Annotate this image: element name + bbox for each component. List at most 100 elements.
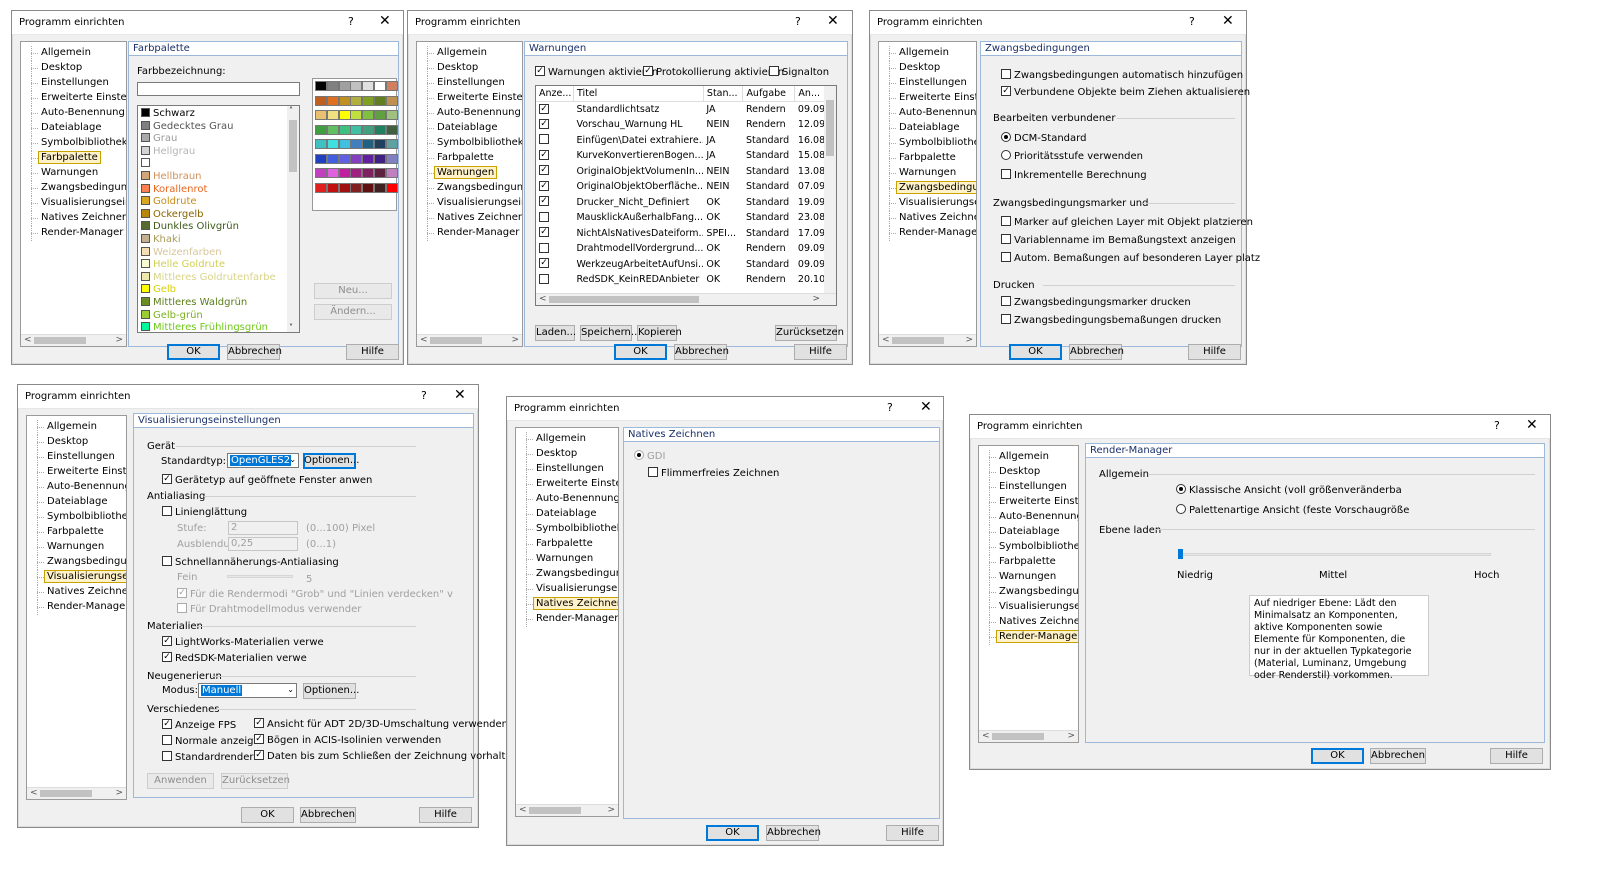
close-icon[interactable]: ✕ — [1526, 417, 1538, 433]
tree-item[interactable]: Zwangsbedingungen — [417, 181, 522, 196]
tree-item[interactable]: Warnungen — [21, 166, 126, 181]
tree-item[interactable]: Warnungen — [979, 570, 1078, 585]
cancel-button[interactable]: Abbrechen — [766, 825, 821, 841]
tree-item[interactable]: Visualisierungseinst — [21, 196, 126, 211]
fein-slider[interactable] — [227, 575, 293, 578]
ok-button[interactable]: OK — [241, 807, 294, 823]
tree-item[interactable]: Warnungen — [27, 540, 126, 555]
color-grid-cell[interactable] — [350, 153, 363, 164]
tree-horizontal-scrollbar[interactable]: < > — [27, 787, 126, 799]
tree-item[interactable]: Symbolbibliotheken — [879, 136, 976, 151]
color-list-item[interactable]: Mittleres Frühlingsgrün — [141, 322, 276, 332]
row-checkbox[interactable] — [539, 258, 549, 269]
row-checkbox[interactable] — [539, 273, 549, 284]
normals-checkbox[interactable]: Normale anzeige — [162, 735, 260, 748]
help-button[interactable]: Hilfe — [346, 344, 399, 360]
color-grid-cell[interactable] — [350, 139, 363, 149]
tree-item[interactable]: Natives Zeichnen — [879, 211, 976, 226]
line-smoothing-checkbox[interactable]: Linienglättung — [162, 506, 247, 519]
redsdk-checkbox[interactable]: RedSDK-Materialien verwe — [162, 652, 307, 665]
color-list-item[interactable]: Mittleres Waldgrün — [141, 296, 276, 310]
tree-horizontal-scrollbar[interactable]: < > — [979, 730, 1078, 742]
help-button[interactable]: Hilfe — [1188, 344, 1241, 360]
fps-checkbox[interactable]: Anzeige FPS — [162, 719, 236, 732]
color-list-item[interactable]: Gelb-grün — [141, 309, 276, 323]
color-grid-cell[interactable] — [385, 95, 398, 106]
tree-item[interactable]: Einstellungen — [27, 450, 126, 465]
tree-item[interactable]: Symbolbibliotheken — [979, 540, 1078, 555]
tree-item[interactable]: Dateiablage — [417, 121, 522, 136]
table-row[interactable]: Drucker_Nicht_DefiniertOKStandard19.09.2… — [536, 195, 836, 211]
tree-item[interactable]: Dateiablage — [27, 495, 126, 510]
tree-item[interactable]: Visualisierungseins — [879, 196, 976, 211]
color-grid-cell[interactable] — [374, 153, 386, 164]
tree-item[interactable]: Allgemein — [21, 46, 126, 61]
color-grid-cell[interactable] — [315, 81, 327, 91]
tree-item[interactable]: Visualisierungseins — [979, 600, 1078, 615]
color-list-item[interactable]: Gedecktes Grau — [141, 120, 276, 134]
column-header[interactable]: Aufgabe — [742, 86, 796, 102]
table-row[interactable]: Einfügen\Datei extrahiere... JA Standard 16… — [536, 133, 836, 149]
tree-item[interactable]: Auto-Benennung — [27, 480, 126, 495]
color-grid-cell[interactable] — [315, 168, 327, 178]
cancel-button[interactable]: Abbrechen — [1370, 748, 1426, 764]
lightworks-checkbox[interactable]: LightWorks-Materialien verwe — [162, 636, 324, 649]
tree-item[interactable]: Desktop — [27, 435, 126, 450]
tree-item[interactable]: Erweiterte Einstellu — [879, 91, 976, 106]
color-grid-cell[interactable] — [350, 168, 363, 178]
load-button[interactable]: Laden... — [535, 325, 576, 341]
table-row[interactable]: WerkzeugArbeitetAufUnsi...OKStandard09.0… — [536, 257, 836, 273]
row-checkbox[interactable] — [539, 118, 549, 129]
column-header[interactable]: Titel — [573, 86, 704, 102]
tree-item[interactable]: Natives Zeichnen — [979, 615, 1078, 630]
close-icon[interactable]: ✕ — [920, 399, 932, 415]
color-grid-cell[interactable] — [362, 139, 375, 149]
modus-select[interactable]: Manuell ⌄ — [198, 683, 297, 698]
tree-item[interactable]: Warnungen — [516, 552, 618, 567]
tree-item[interactable]: Desktop — [21, 61, 126, 76]
apply-button[interactable]: Anwenden — [147, 773, 214, 789]
tree-item[interactable]: Visualisierungseinst — [417, 196, 522, 211]
grob-checkbox[interactable]: Für die Rendermodi "Grob" und "Linien ve… — [177, 588, 453, 601]
gdi-radio[interactable]: GDI — [634, 450, 665, 463]
warnings-table[interactable]: Anze...TitelStan...AufgabeAn... Standard… — [535, 85, 837, 306]
table-row[interactable]: MausklickAußerhalbFang... OK Standard 23.08… — [536, 210, 836, 226]
tree-horizontal-scrollbar[interactable]: < > — [516, 804, 618, 816]
draht-checkbox[interactable]: Für Drahtmodellmodus verwender — [177, 603, 361, 616]
tree-item[interactable]: Render-Manager — [27, 600, 126, 615]
color-grid-cell[interactable] — [362, 168, 375, 178]
close-icon[interactable]: ✕ — [827, 13, 839, 29]
tree-horizontal-scrollbar[interactable]: < > — [21, 334, 126, 346]
load-level-slider[interactable] — [1178, 553, 1491, 556]
help-button[interactable]: Hilfe — [794, 344, 847, 360]
tree-item[interactable]: Desktop — [979, 465, 1078, 480]
marker-layer-checkbox[interactable]: Marker auf gleichen Layer mit Objekt pla… — [1001, 216, 1253, 229]
tree-item[interactable]: Visualisierungseins — [516, 582, 618, 597]
logging-checkbox[interactable]: Protokollierung aktivieren — [643, 66, 784, 79]
color-grid-cell[interactable] — [374, 95, 386, 106]
color-list-item[interactable]: Dunkles Olivgrün — [141, 221, 276, 234]
tree-item[interactable]: Render-Manager — [879, 226, 976, 241]
column-header[interactable]: Anze... — [536, 86, 574, 102]
tree-item[interactable]: Allgemein — [879, 46, 976, 61]
tree-item[interactable]: Allgemein — [516, 432, 618, 447]
row-checkbox[interactable] — [539, 134, 549, 145]
tree-item[interactable]: Einstellungen — [417, 76, 522, 91]
color-grid-cell[interactable] — [385, 124, 398, 135]
color-grid-cell[interactable] — [338, 110, 351, 120]
flicker-free-checkbox[interactable]: Flimmerfreies Zeichnen — [648, 467, 779, 480]
stufe-input[interactable]: 2 — [228, 521, 298, 535]
help-question-icon[interactable]: ? — [421, 389, 427, 402]
tree-item[interactable]: Desktop — [879, 61, 976, 76]
tree-item[interactable]: Desktop — [417, 61, 522, 76]
reset-button[interactable]: Zurücksetzen — [221, 773, 290, 789]
color-grid-cell[interactable] — [374, 81, 386, 91]
ok-button[interactable]: OK — [1009, 344, 1062, 360]
table-row[interactable]: OriginalObjektOberfläche...NEINStandard0… — [536, 179, 836, 195]
priority-radio[interactable]: Prioritätsstufe verwenden — [1001, 150, 1143, 163]
color-grid-cell[interactable] — [326, 182, 339, 193]
tree-item[interactable]: Warnungen — [417, 166, 522, 181]
row-checkbox[interactable] — [539, 227, 549, 238]
color-grid-cell[interactable] — [362, 81, 375, 91]
help-question-icon[interactable]: ? — [795, 15, 801, 28]
